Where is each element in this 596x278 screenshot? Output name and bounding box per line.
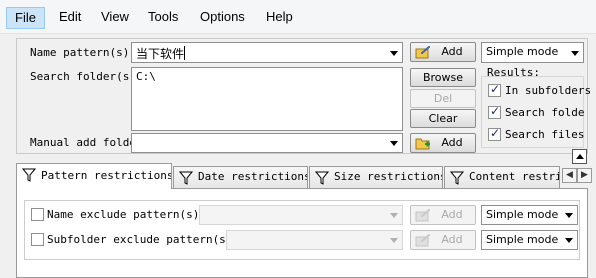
menu-edit[interactable]: Edit bbox=[51, 7, 89, 29]
clear-button[interactable]: Clear bbox=[410, 109, 476, 128]
menu-help[interactable]: Help bbox=[258, 7, 301, 29]
tab-label: Content restrictions bbox=[469, 170, 560, 183]
del-button[interactable]: Del bbox=[410, 89, 476, 108]
filter-icon bbox=[22, 168, 36, 182]
menu-file[interactable]: File bbox=[6, 7, 45, 29]
add-subfolder-exclude-button[interactable]: Add bbox=[410, 230, 476, 250]
pattern-mode-value: Simple mode bbox=[486, 45, 559, 58]
filter-icon bbox=[315, 171, 329, 185]
pattern-mode-select[interactable]: Simple mode bbox=[481, 42, 584, 63]
filter-icon bbox=[450, 171, 464, 185]
name-exclude-combobox[interactable] bbox=[199, 205, 403, 225]
search-folder-label: Search folder(s): bbox=[30, 70, 143, 83]
search-folder-item[interactable]: C:\ bbox=[136, 70, 156, 83]
subfolder-exclude-mode-select[interactable]: Simple mode bbox=[481, 230, 578, 250]
chevron-down-icon[interactable] bbox=[565, 238, 573, 243]
subfolder-exclude-checkbox[interactable] bbox=[31, 233, 44, 246]
name-pattern-value: 当下软件 bbox=[136, 47, 185, 61]
name-pattern-label: Name pattern(s): bbox=[30, 46, 136, 59]
add-label: Add bbox=[441, 233, 463, 246]
clear-label: Clear bbox=[428, 112, 458, 125]
search-files-checkbox[interactable] bbox=[488, 126, 501, 141]
chevron-down-icon[interactable] bbox=[390, 141, 398, 146]
add-label: Add bbox=[441, 136, 463, 149]
add-pencil-icon bbox=[415, 233, 431, 247]
menu-view[interactable]: View bbox=[93, 7, 137, 29]
tab-label: Size restrictions bbox=[334, 170, 443, 183]
chevron-down-icon[interactable] bbox=[390, 238, 398, 243]
browse-button[interactable]: Browse bbox=[410, 68, 476, 87]
browse-label: Browse bbox=[422, 71, 464, 84]
text-cursor bbox=[184, 46, 185, 60]
subfolder-exclude-label[interactable]: Subfolder exclude pattern(s): bbox=[47, 233, 239, 246]
name-exclude-label[interactable]: Name exclude pattern(s): bbox=[47, 208, 206, 221]
search-files-label[interactable]: Search files bbox=[505, 128, 584, 141]
add-folder-icon bbox=[415, 138, 430, 150]
manual-add-folder-label: Manual add folder bbox=[30, 136, 143, 149]
tab-pattern-restrictions[interactable]: Pattern restrictions bbox=[16, 163, 172, 189]
chevron-up-icon bbox=[575, 154, 584, 159]
add-label: Add bbox=[441, 208, 463, 221]
chevron-down-icon[interactable] bbox=[565, 213, 573, 218]
add-name-pattern-button[interactable]: Add bbox=[410, 42, 476, 62]
add-pencil-icon bbox=[415, 45, 431, 59]
tab-size-restrictions[interactable]: Size restrictions bbox=[309, 166, 443, 188]
tab-scroll-left-button[interactable]: ◀ bbox=[562, 168, 577, 183]
add-manual-folder-button[interactable]: Add bbox=[410, 133, 476, 153]
search-folder-list[interactable]: C:\ bbox=[131, 67, 403, 131]
add-label: Add bbox=[441, 45, 463, 58]
chevron-down-icon[interactable] bbox=[390, 50, 398, 56]
tab-scroll-right-button[interactable]: ▶ bbox=[577, 168, 592, 183]
menu-options[interactable]: Options bbox=[192, 7, 253, 29]
tab-label: Pattern restrictions bbox=[41, 169, 172, 182]
search-folders-checkbox[interactable] bbox=[488, 104, 501, 119]
tab-label: Date restrictions bbox=[198, 170, 308, 183]
filter-icon bbox=[179, 171, 193, 185]
in-subfolders-label[interactable]: In subfolders bbox=[505, 84, 591, 97]
mode-value: Simple mode bbox=[486, 208, 559, 221]
manual-add-folder-combobox[interactable] bbox=[131, 133, 403, 153]
add-pencil-icon bbox=[415, 208, 431, 222]
menu-bar: File Edit View Tools Options Help bbox=[0, 0, 596, 34]
name-exclude-checkbox[interactable] bbox=[31, 208, 44, 221]
in-subfolders-checkbox[interactable] bbox=[488, 82, 501, 97]
subfolder-exclude-combobox[interactable] bbox=[226, 230, 403, 250]
add-name-exclude-button[interactable]: Add bbox=[410, 205, 476, 225]
del-label: Del bbox=[433, 92, 453, 105]
menu-tools[interactable]: Tools bbox=[140, 7, 186, 29]
name-exclude-mode-select[interactable]: Simple mode bbox=[481, 205, 578, 225]
search-folders-label[interactable]: Search folders bbox=[505, 106, 585, 119]
collapse-panel-button[interactable] bbox=[572, 149, 587, 164]
tab-date-restrictions[interactable]: Date restrictions bbox=[173, 166, 308, 188]
chevron-down-icon[interactable] bbox=[571, 50, 579, 56]
tab-content-restrictions[interactable]: Content restrictions bbox=[444, 166, 560, 188]
mode-value: Simple mode bbox=[486, 233, 559, 246]
name-pattern-combobox[interactable]: 当下软件 bbox=[131, 42, 403, 63]
chevron-down-icon[interactable] bbox=[390, 213, 398, 218]
